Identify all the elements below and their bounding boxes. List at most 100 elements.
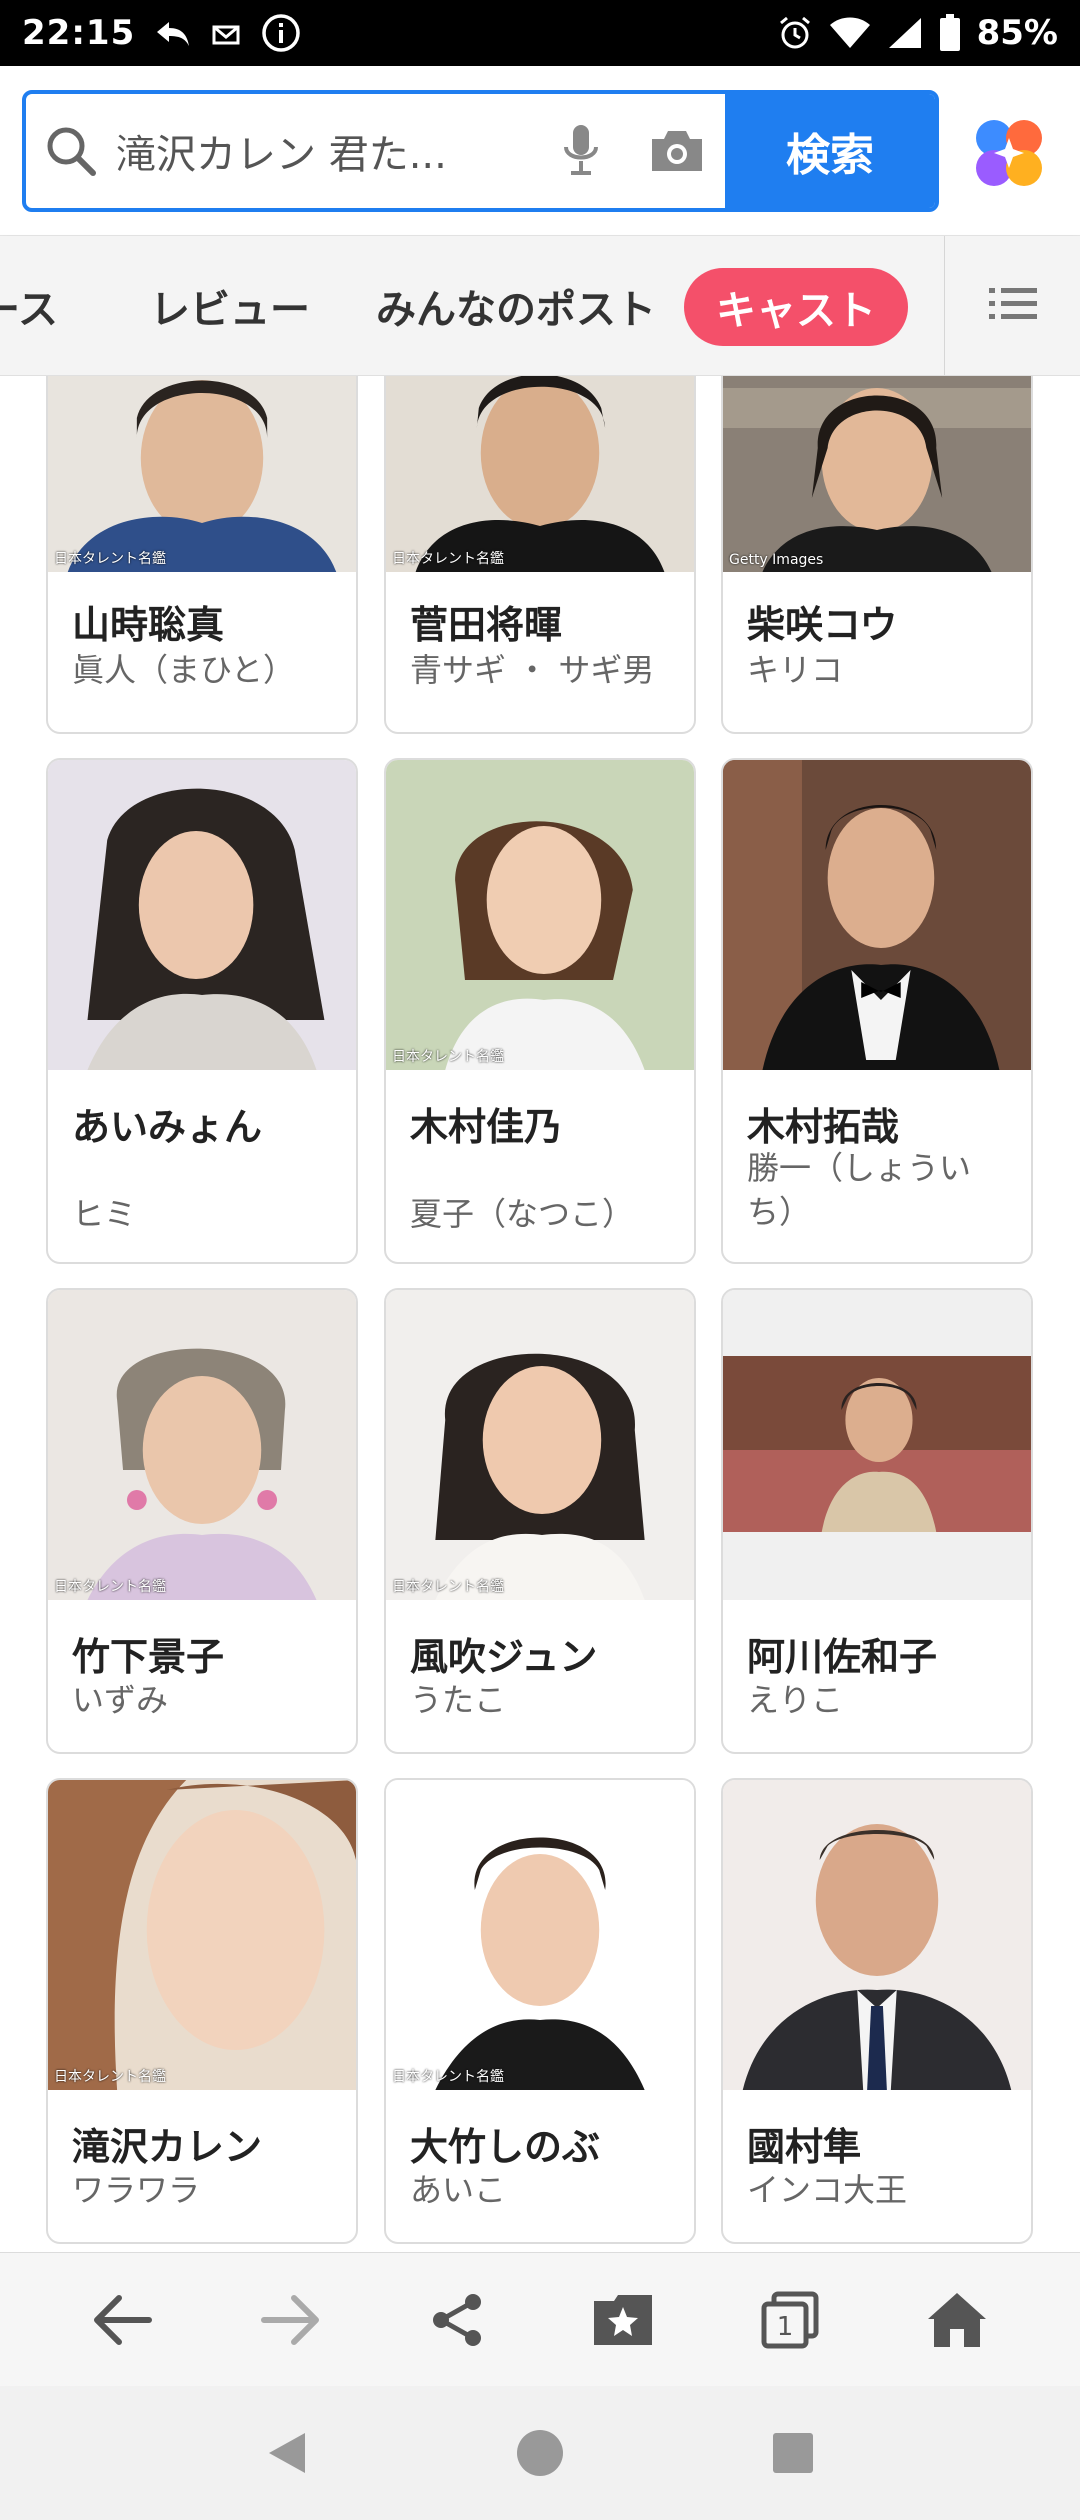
call-forward-icon [155,13,191,53]
tab-cast[interactable]: キャスト [684,268,908,346]
cast-card[interactable]: 日本タレント名鑑 滝沢カレン ワラワラ [46,1778,358,2244]
cast-name: 柴咲コウ [747,603,898,647]
search-input[interactable]: 滝沢カレン 君た... [116,122,533,180]
wifi-icon [829,13,871,53]
browser-toolbar: 1 [0,2252,1080,2386]
clock: 22:15 [22,13,136,53]
cast-card[interactable]: 日本タレント名鑑 山時聡真 眞人（まひと） [46,376,358,734]
tabs-button[interactable]: 1 [740,2270,840,2370]
cast-role: 勝一（しょういち） [747,1149,972,1231]
cast-photo: Getty Images [723,376,1031,572]
cast-photo [723,1290,1031,1600]
cast-role: ヒミ [72,1195,137,1233]
battery-percentage: 85% [976,13,1058,53]
tab-posts[interactable]: みんなのポスト [376,236,656,375]
photo-credit: 日本タレント名鑑 [392,1579,504,1595]
cast-name: あいみょん [72,1105,263,1149]
info-icon [261,13,301,53]
cast-card[interactable]: Getty Images 柴咲コウ キリコ [721,376,1033,734]
camera-icon[interactable] [629,127,725,175]
mail-notification-icon [211,13,241,53]
cast-role: ワラワラ [72,2171,201,2209]
forward-button[interactable] [240,2270,340,2370]
cast-name: 木村拓哉 [747,1105,900,1149]
photo-credit: Getty Images [729,552,824,568]
cast-photo [723,760,1031,1070]
system-navigation-bar [0,2386,1080,2520]
cast-card[interactable]: 阿川佐和子 えりこ [721,1288,1033,1754]
battery-icon [939,13,961,53]
cast-photo: 日本タレント名鑑 [48,1290,356,1600]
triangle-back-icon [268,2433,305,2473]
cast-card[interactable]: 國村隼 インコ大王 [721,1778,1033,2244]
ai-assistant-icon[interactable] [972,116,1046,190]
cast-name: 竹下景子 [72,1635,225,1679]
cast-card[interactable]: 日本タレント名鑑 木村佳乃 夏子（なつこ） [384,758,696,1264]
bookmarks-button[interactable] [573,2270,673,2370]
cast-photo: 日本タレント名鑑 [386,1780,694,2090]
cast-role: インコ大王 [747,2171,908,2209]
cast-name: 木村佳乃 [410,1105,563,1149]
cast-photo: 日本タレント名鑑 [386,376,694,572]
photo-credit: 日本タレント名鑑 [54,2069,166,2085]
system-back-button[interactable] [247,2413,327,2493]
photo-credit: 日本タレント名鑑 [54,1579,166,1595]
cast-name: 大竹しのぶ [410,2125,601,2169]
search-box: 滝沢カレン 君た... 検索 [22,90,939,212]
cast-role: あいこ [410,2171,507,2209]
cast-name: 滝沢カレン [72,2125,263,2169]
system-recents-button[interactable] [753,2413,833,2493]
square-recents-icon [773,2433,814,2473]
cast-grid: 日本タレント名鑑 山時聡真 眞人（まひと） 日本タレント名鑑 菅田将暉 青サギ … [0,376,1080,2252]
cast-name: 國村隼 [747,2125,862,2169]
photo-credit: 日本タレント名鑑 [392,1049,504,1065]
system-home-button[interactable] [500,2413,580,2493]
cast-card[interactable]: 日本タレント名鑑 竹下景子 いずみ [46,1288,358,1754]
alarm-icon [777,13,813,53]
cast-photo: 日本タレント名鑑 [386,760,694,1070]
tabs-menu-button[interactable] [944,236,1080,375]
home-icon [927,2292,986,2347]
photo-credit: 日本タレント名鑑 [392,551,504,567]
cast-photo: 日本タレント名鑑 [48,1780,356,2090]
cast-role: いずみ [72,1681,169,1719]
cast-name: 阿川佐和子 [747,1635,938,1679]
tabs-icon: 1 [761,2291,819,2348]
signal-icon [887,13,923,53]
search-button[interactable]: 検索 [725,94,935,208]
cast-card[interactable]: 日本タレント名鑑 風吹ジュン うたこ [384,1288,696,1754]
search-header: 滝沢カレン 君た... 検索 [0,66,1080,236]
bookmark-star-icon [594,2294,653,2345]
photo-credit: 日本タレント名鑑 [54,551,166,567]
microphone-icon[interactable] [533,121,629,181]
category-tabs: ース レビュー みんなのポスト キャスト [0,236,1080,376]
cast-role: えりこ [747,1681,844,1719]
list-menu-icon [988,286,1037,326]
cast-photo [723,1780,1031,2090]
share-icon [432,2293,481,2346]
photo-credit: 日本タレント名鑑 [392,2069,504,2085]
cast-card[interactable]: あいみょん ヒミ [46,758,358,1264]
cast-role: 夏子（なつこ） [410,1195,635,1233]
cast-photo: 日本タレント名鑑 [386,1290,694,1600]
cast-photo [48,760,356,1070]
tab-news[interactable]: ース [0,236,58,375]
tab-review[interactable]: レビュー [150,236,310,375]
cast-role: キリコ [747,651,844,689]
cast-name: 山時聡真 [72,603,225,647]
share-button[interactable] [407,2270,507,2370]
cast-card[interactable]: 木村拓哉 勝一（しょういち） [721,758,1033,1264]
cast-role: うたこ [410,1681,507,1719]
home-button[interactable] [907,2270,1007,2370]
cast-role: 眞人（まひと） [72,651,296,689]
cast-photo: 日本タレント名鑑 [48,376,356,572]
cast-name: 菅田将暉 [410,603,563,647]
tab-count: 1 [777,2312,794,2342]
cast-card[interactable]: 日本タレント名鑑 大竹しのぶ あいこ [384,1778,696,2244]
status-bar: 22:15 85% [0,0,1080,66]
circle-home-icon [516,2430,563,2476]
arrow-right-icon [260,2294,319,2345]
cast-name: 風吹ジュン [410,1635,598,1679]
back-button[interactable] [73,2270,173,2370]
cast-card[interactable]: 日本タレント名鑑 菅田将暉 青サギ ・ サギ男 [384,376,696,734]
